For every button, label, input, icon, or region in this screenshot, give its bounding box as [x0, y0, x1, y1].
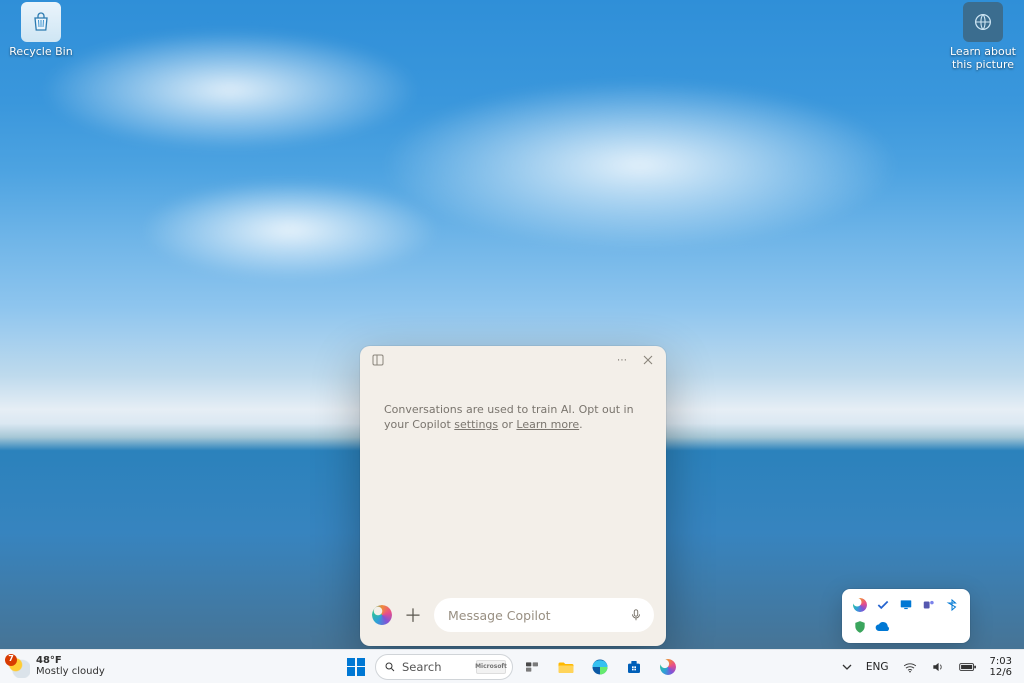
copilot-logo-icon — [372, 605, 392, 625]
weather-desc: Mostly cloudy — [36, 667, 105, 678]
tray-teams-icon[interactable] — [918, 595, 939, 615]
tray-bluetooth-icon[interactable] — [941, 595, 962, 615]
tray-overflow-flyout — [842, 589, 970, 643]
close-icon[interactable] — [638, 350, 658, 370]
search-placeholder: Search — [402, 660, 470, 674]
microphone-icon[interactable] — [624, 603, 648, 627]
battery-icon[interactable] — [954, 660, 982, 674]
copilot-window: ⋯ Conversations are used to train AI. Op… — [360, 346, 666, 646]
tray-onedrive-icon[interactable] — [873, 617, 894, 637]
tray-security-icon[interactable] — [850, 617, 871, 637]
windows-logo-icon — [347, 658, 365, 676]
copilot-learn-more-link[interactable]: Learn more — [516, 418, 579, 431]
expand-icon[interactable] — [368, 350, 388, 370]
taskbar: 7 48°F Mostly cloudy Search Microsoft — [0, 649, 1024, 683]
copilot-notice: Conversations are used to train AI. Opt … — [360, 374, 666, 588]
volume-icon[interactable] — [926, 659, 950, 675]
system-clock[interactable]: 7:03 12/6 — [986, 654, 1016, 680]
more-icon[interactable]: ⋯ — [612, 350, 632, 370]
spotlight-icon — [963, 2, 1003, 42]
copilot-message-input[interactable]: Message Copilot — [434, 598, 654, 632]
copilot-taskbar-button[interactable] — [653, 652, 683, 682]
recycle-bin-icon — [21, 2, 61, 42]
tray-overflow-button[interactable] — [837, 660, 857, 674]
start-button[interactable] — [341, 652, 371, 682]
desktop-icon-label: Recycle Bin — [9, 45, 72, 58]
tray-copilot-icon[interactable] — [850, 595, 871, 615]
weather-icon: 7 — [8, 656, 30, 678]
copilot-placeholder: Message Copilot — [448, 608, 551, 623]
wifi-icon[interactable] — [898, 659, 922, 675]
windows-spotlight[interactable]: Learn about this picture — [948, 2, 1018, 71]
weather-alert-badge: 7 — [5, 654, 17, 666]
weather-temp: 48°F — [36, 656, 105, 667]
clock-time: 7:03 — [990, 656, 1012, 667]
add-button[interactable]: ＋ — [402, 604, 424, 626]
task-view-button[interactable] — [517, 652, 547, 682]
chevron-down-icon — [842, 662, 852, 672]
copilot-titlebar[interactable]: ⋯ — [360, 346, 666, 374]
desktop-icon-label: Learn about this picture — [950, 45, 1016, 71]
search-icon — [384, 661, 396, 673]
file-explorer-button[interactable] — [551, 652, 581, 682]
tray-remote-desktop-icon[interactable] — [896, 595, 917, 615]
clock-date: 12/6 — [990, 667, 1012, 678]
copilot-settings-link[interactable]: settings — [454, 418, 498, 431]
tray-todo-icon[interactable] — [873, 595, 894, 615]
recycle-bin[interactable]: Recycle Bin — [6, 2, 76, 58]
taskbar-search[interactable]: Search Microsoft — [375, 654, 513, 680]
language-indicator[interactable]: ENG — [861, 659, 894, 675]
edge-button[interactable] — [585, 652, 615, 682]
microsoft-store-button[interactable] — [619, 652, 649, 682]
weather-widget[interactable]: 7 48°F Mostly cloudy — [8, 656, 105, 678]
search-microsoft-chip: Microsoft — [476, 660, 506, 674]
